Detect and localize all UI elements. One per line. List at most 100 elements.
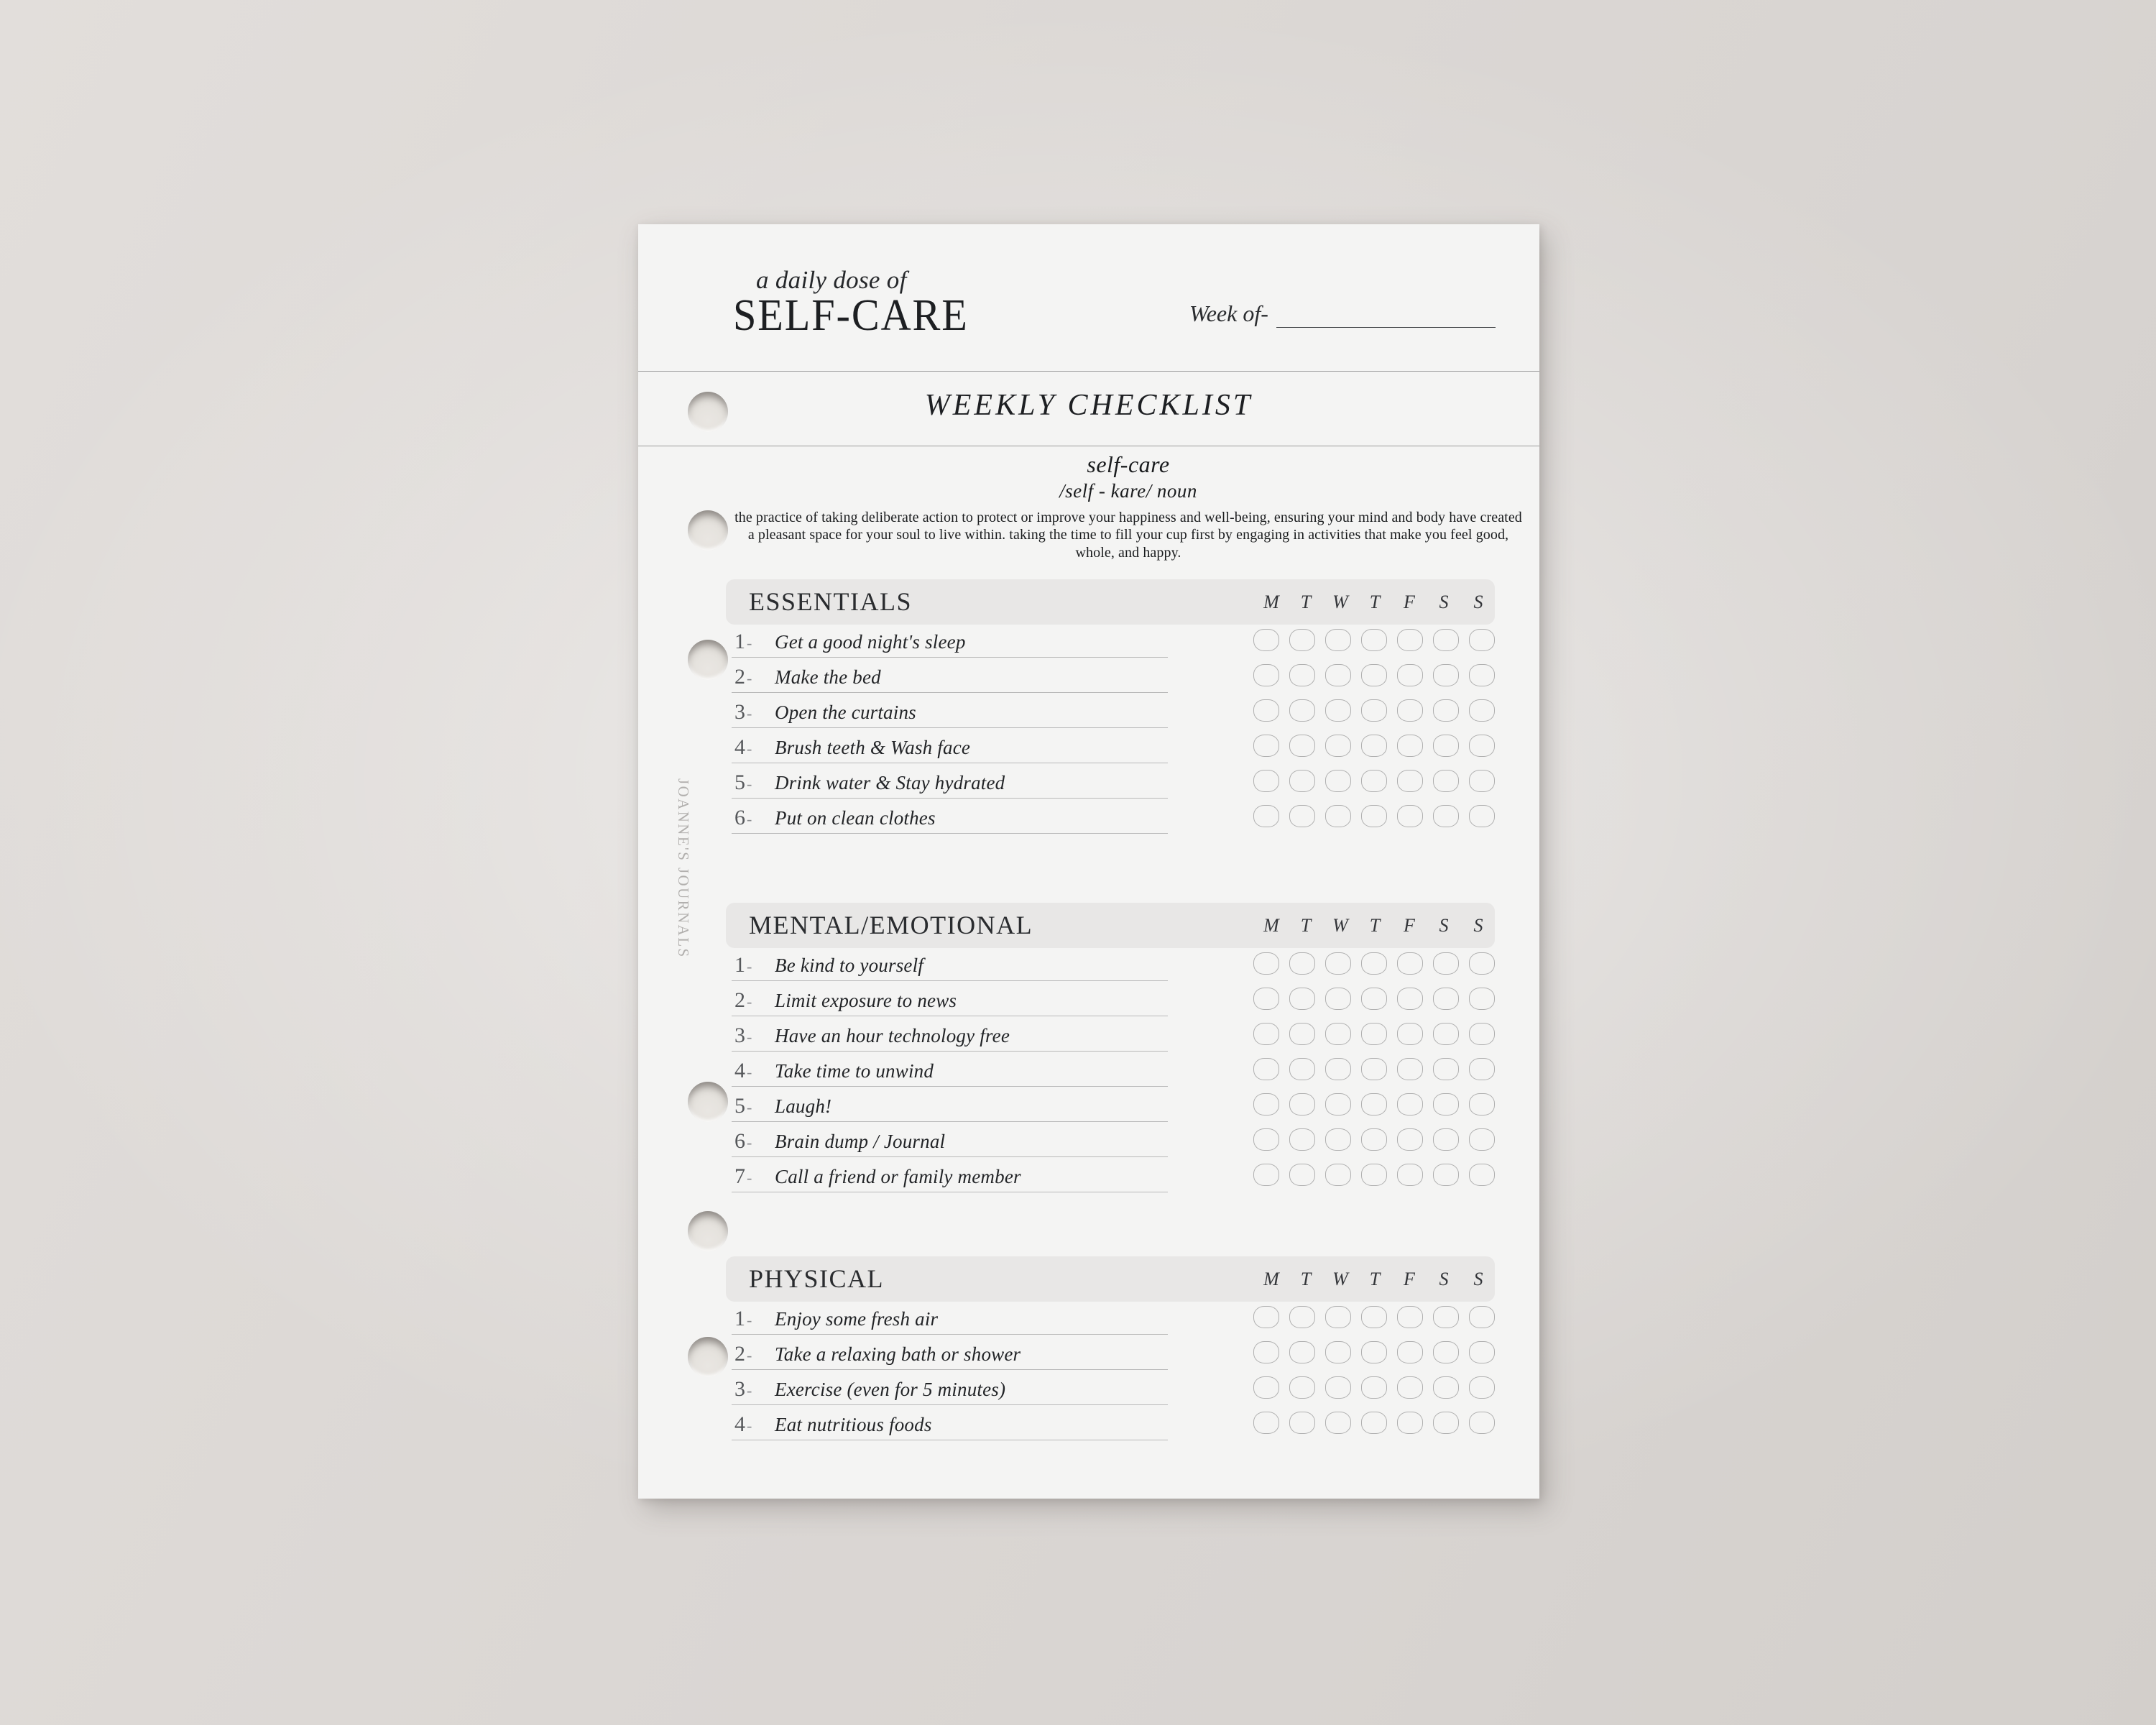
task-write-line[interactable] xyxy=(732,1369,1168,1370)
day-checkbox[interactable] xyxy=(1361,1128,1387,1151)
day-checkbox[interactable] xyxy=(1469,1093,1495,1116)
day-checkbox[interactable] xyxy=(1253,1376,1279,1399)
day-checkbox[interactable] xyxy=(1253,1306,1279,1328)
day-checkbox[interactable] xyxy=(1397,735,1423,757)
task-write-line[interactable] xyxy=(732,1086,1168,1087)
task-write-line[interactable] xyxy=(732,1121,1168,1122)
day-checkbox[interactable] xyxy=(1433,1128,1459,1151)
task-write-line[interactable] xyxy=(732,798,1168,799)
day-checkbox[interactable] xyxy=(1397,1023,1423,1045)
day-checkbox[interactable] xyxy=(1469,1128,1495,1151)
task-write-line[interactable] xyxy=(732,1051,1168,1052)
day-checkbox[interactable] xyxy=(1253,699,1279,722)
day-checkbox[interactable] xyxy=(1289,1058,1315,1080)
day-checkbox[interactable] xyxy=(1397,629,1423,651)
day-checkbox[interactable] xyxy=(1325,805,1351,827)
day-checkbox[interactable] xyxy=(1253,629,1279,651)
day-checkbox[interactable] xyxy=(1325,664,1351,686)
day-checkbox[interactable] xyxy=(1325,770,1351,792)
day-checkbox[interactable] xyxy=(1289,1128,1315,1151)
day-checkbox[interactable] xyxy=(1433,735,1459,757)
day-checkbox[interactable] xyxy=(1397,1412,1423,1434)
day-checkbox[interactable] xyxy=(1469,735,1495,757)
day-checkbox[interactable] xyxy=(1361,1058,1387,1080)
day-checkbox[interactable] xyxy=(1433,1306,1459,1328)
day-checkbox[interactable] xyxy=(1325,1023,1351,1045)
day-checkbox[interactable] xyxy=(1289,1164,1315,1186)
day-checkbox[interactable] xyxy=(1397,1341,1423,1363)
day-checkbox[interactable] xyxy=(1397,988,1423,1010)
day-checkbox[interactable] xyxy=(1397,699,1423,722)
day-checkbox[interactable] xyxy=(1253,1164,1279,1186)
day-checkbox[interactable] xyxy=(1361,1341,1387,1363)
week-of-input[interactable] xyxy=(1276,327,1496,328)
day-checkbox[interactable] xyxy=(1469,805,1495,827)
day-checkbox[interactable] xyxy=(1253,988,1279,1010)
day-checkbox[interactable] xyxy=(1397,952,1423,975)
day-checkbox[interactable] xyxy=(1433,699,1459,722)
day-checkbox[interactable] xyxy=(1433,952,1459,975)
task-write-line[interactable] xyxy=(732,657,1168,658)
day-checkbox[interactable] xyxy=(1469,699,1495,722)
day-checkbox[interactable] xyxy=(1469,1376,1495,1399)
day-checkbox[interactable] xyxy=(1433,1376,1459,1399)
day-checkbox[interactable] xyxy=(1361,1093,1387,1116)
day-checkbox[interactable] xyxy=(1433,1093,1459,1116)
day-checkbox[interactable] xyxy=(1253,952,1279,975)
day-checkbox[interactable] xyxy=(1361,1164,1387,1186)
day-checkbox[interactable] xyxy=(1361,1376,1387,1399)
day-checkbox[interactable] xyxy=(1433,1341,1459,1363)
day-checkbox[interactable] xyxy=(1433,629,1459,651)
day-checkbox[interactable] xyxy=(1361,952,1387,975)
day-checkbox[interactable] xyxy=(1469,952,1495,975)
day-checkbox[interactable] xyxy=(1253,770,1279,792)
task-write-line[interactable] xyxy=(732,727,1168,728)
task-write-line[interactable] xyxy=(732,1156,1168,1157)
task-write-line[interactable] xyxy=(732,1404,1168,1405)
day-checkbox[interactable] xyxy=(1289,1093,1315,1116)
day-checkbox[interactable] xyxy=(1253,1093,1279,1116)
day-checkbox[interactable] xyxy=(1325,1093,1351,1116)
day-checkbox[interactable] xyxy=(1289,805,1315,827)
day-checkbox[interactable] xyxy=(1289,1376,1315,1399)
day-checkbox[interactable] xyxy=(1253,805,1279,827)
day-checkbox[interactable] xyxy=(1325,1376,1351,1399)
day-checkbox[interactable] xyxy=(1361,1023,1387,1045)
day-checkbox[interactable] xyxy=(1433,1164,1459,1186)
day-checkbox[interactable] xyxy=(1397,1128,1423,1151)
task-write-line[interactable] xyxy=(732,1334,1168,1335)
day-checkbox[interactable] xyxy=(1325,1341,1351,1363)
day-checkbox[interactable] xyxy=(1289,1412,1315,1434)
day-checkbox[interactable] xyxy=(1397,664,1423,686)
day-checkbox[interactable] xyxy=(1325,735,1351,757)
day-checkbox[interactable] xyxy=(1289,1341,1315,1363)
day-checkbox[interactable] xyxy=(1325,1412,1351,1434)
task-write-line[interactable] xyxy=(732,692,1168,693)
day-checkbox[interactable] xyxy=(1361,770,1387,792)
day-checkbox[interactable] xyxy=(1397,770,1423,792)
day-checkbox[interactable] xyxy=(1325,988,1351,1010)
day-checkbox[interactable] xyxy=(1325,952,1351,975)
day-checkbox[interactable] xyxy=(1361,988,1387,1010)
day-checkbox[interactable] xyxy=(1433,805,1459,827)
day-checkbox[interactable] xyxy=(1469,1412,1495,1434)
day-checkbox[interactable] xyxy=(1433,1023,1459,1045)
day-checkbox[interactable] xyxy=(1289,770,1315,792)
day-checkbox[interactable] xyxy=(1361,664,1387,686)
day-checkbox[interactable] xyxy=(1289,988,1315,1010)
day-checkbox[interactable] xyxy=(1289,952,1315,975)
day-checkbox[interactable] xyxy=(1289,629,1315,651)
day-checkbox[interactable] xyxy=(1325,1164,1351,1186)
day-checkbox[interactable] xyxy=(1397,1306,1423,1328)
day-checkbox[interactable] xyxy=(1397,1376,1423,1399)
day-checkbox[interactable] xyxy=(1325,699,1351,722)
day-checkbox[interactable] xyxy=(1361,699,1387,722)
day-checkbox[interactable] xyxy=(1433,770,1459,792)
day-checkbox[interactable] xyxy=(1433,1058,1459,1080)
day-checkbox[interactable] xyxy=(1289,735,1315,757)
day-checkbox[interactable] xyxy=(1469,1164,1495,1186)
day-checkbox[interactable] xyxy=(1469,664,1495,686)
day-checkbox[interactable] xyxy=(1361,1306,1387,1328)
day-checkbox[interactable] xyxy=(1397,1093,1423,1116)
day-checkbox[interactable] xyxy=(1289,699,1315,722)
